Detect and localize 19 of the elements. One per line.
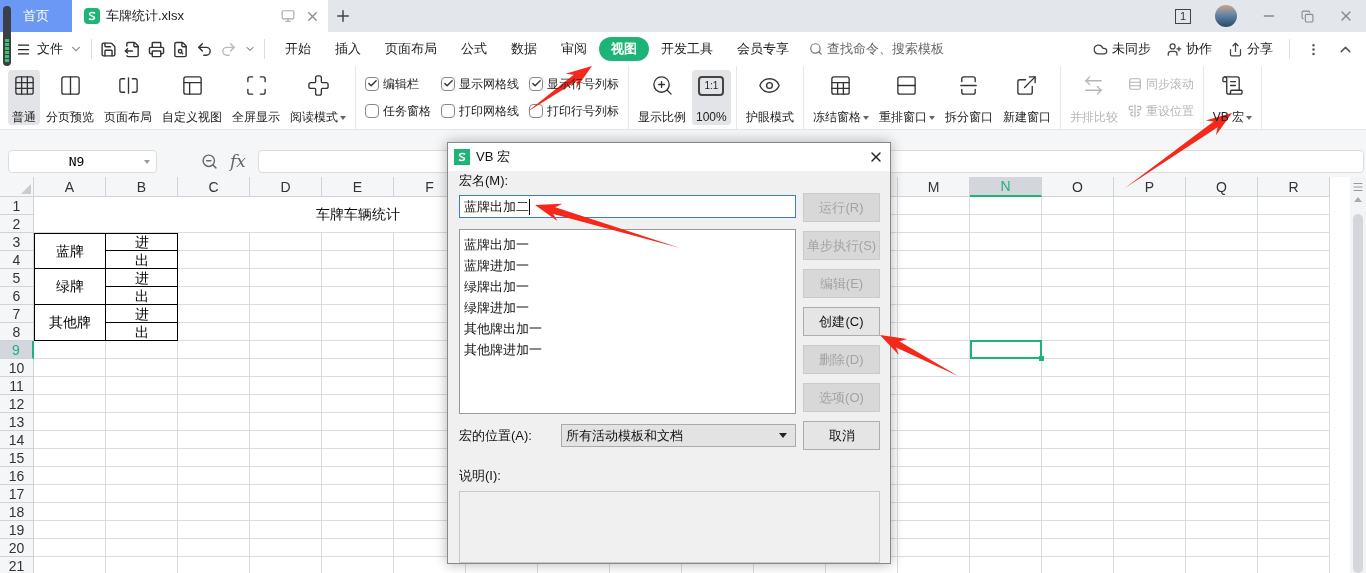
checkbox-label: 编辑栏: [383, 75, 419, 93]
checkbox-label: 任务窗格: [383, 103, 431, 121]
ratio-icon: 1:1: [698, 76, 725, 96]
table-cell: 出: [106, 323, 178, 341]
tab-label: 车牌统计.xlsx: [106, 7, 185, 26]
table-cell: 绿牌: [34, 269, 106, 305]
table-cell: 进: [106, 269, 178, 287]
field-label: 宏的位置(A):: [459, 426, 533, 445]
table-cell: 其他牌: [34, 305, 106, 341]
checkbox-label: 打印网格线: [459, 103, 519, 121]
table-cell: 出: [106, 251, 178, 269]
checkbox-label: 显示网格线: [459, 75, 519, 93]
dialog-title: VB 宏: [476, 148, 511, 167]
table-cell: 进: [106, 305, 178, 323]
table-cell: 出: [106, 287, 178, 305]
table-cell: 进: [106, 233, 178, 251]
field-label: 说明(I):: [458, 467, 502, 485]
checkbox-label: 打印行号列标: [547, 103, 619, 121]
table-cell: 蓝牌: [34, 233, 106, 269]
